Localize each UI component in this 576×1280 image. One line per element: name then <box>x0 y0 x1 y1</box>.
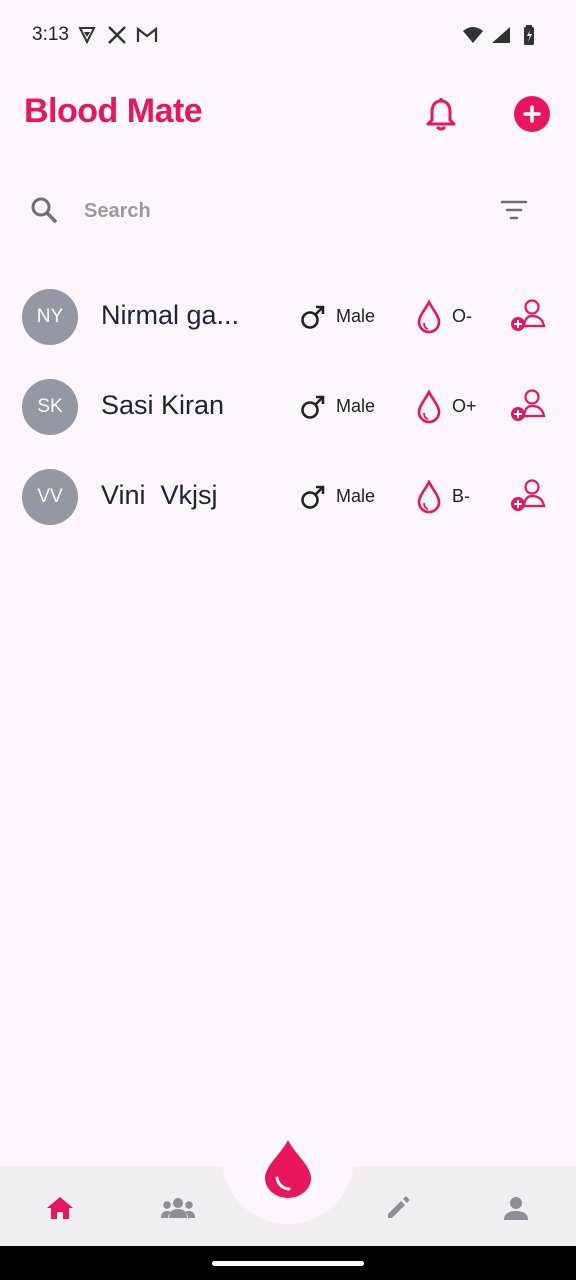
donor-name: Sasi Kiran <box>101 390 225 420</box>
home-gesture-pill[interactable] <box>212 1261 364 1266</box>
vpn-shield-icon <box>76 24 98 46</box>
add-person-icon[interactable] <box>510 388 546 427</box>
bell-icon <box>426 98 456 131</box>
blood-drop-icon <box>416 299 442 339</box>
blood-drop-icon <box>265 1140 311 1198</box>
search-bar <box>0 180 576 240</box>
search-icon[interactable] <box>30 196 58 229</box>
x-icon <box>106 24 128 46</box>
donor-name: Vini Vkjsj <box>101 480 218 510</box>
add-person-icon[interactable] <box>510 478 546 517</box>
male-icon <box>300 304 326 335</box>
donor-list: NY Nirmal ga... Male O- SK Sasi Kiran Ma… <box>0 272 576 542</box>
list-item[interactable]: VV Vini Vkjsj Male B- <box>0 452 576 542</box>
status-bar: 3:13 <box>0 0 576 70</box>
avatar: SK <box>22 379 78 435</box>
avatar: VV <box>22 469 78 525</box>
group-icon <box>161 1198 195 1218</box>
donor-gender: Male <box>336 396 376 416</box>
donor-name: Nirmal ga... <box>101 300 240 330</box>
edit-icon <box>388 1196 410 1218</box>
add-donor-button[interactable] <box>514 96 550 132</box>
donor-blood-group: O- <box>452 306 472 326</box>
male-icon <box>300 394 326 425</box>
nav-edit[interactable] <box>380 1190 416 1226</box>
battery-icon <box>518 24 540 46</box>
blood-drop-icon <box>416 479 442 519</box>
search-input[interactable] <box>84 194 444 228</box>
avatar: NY <box>22 289 78 345</box>
nav-home[interactable] <box>42 1190 78 1226</box>
status-time: 3:13 <box>32 24 69 45</box>
donor-blood-group: O+ <box>452 396 477 416</box>
list-item[interactable]: NY Nirmal ga... Male O- <box>0 272 576 362</box>
wifi-icon <box>462 24 484 46</box>
blood-drop-button[interactable] <box>262 1138 314 1203</box>
list-item[interactable]: SK Sasi Kiran Male O+ <box>0 362 576 452</box>
nav-profile[interactable] <box>498 1190 534 1226</box>
add-person-icon[interactable] <box>510 298 546 337</box>
donor-gender: Male <box>336 306 376 326</box>
home-icon <box>47 1197 73 1219</box>
donor-blood-group: B- <box>452 486 470 506</box>
filter-icon[interactable] <box>500 198 528 227</box>
notifications-button[interactable] <box>420 94 462 136</box>
plus-icon <box>523 105 541 123</box>
mail-icon <box>136 24 158 46</box>
blood-drop-icon <box>416 389 442 429</box>
male-icon <box>300 484 326 515</box>
nav-group[interactable] <box>160 1190 196 1226</box>
app-title: Blood Mate <box>24 92 203 130</box>
person-icon <box>504 1197 528 1220</box>
signal-icon <box>490 24 512 46</box>
donor-gender: Male <box>336 486 376 506</box>
